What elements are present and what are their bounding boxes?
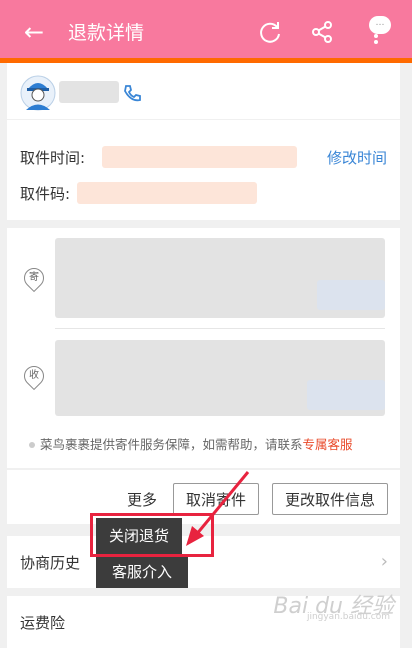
address-divider: [55, 328, 385, 329]
back-arrow-icon[interactable]: ←: [24, 17, 44, 47]
modify-time-link[interactable]: 修改时间: [327, 148, 387, 168]
chevron-right-icon: ›: [380, 551, 388, 572]
page-title: 退款详情: [68, 22, 145, 44]
notice-text: 菜鸟裹裹提供寄件服务保障，如需帮助，请联系: [40, 437, 303, 452]
highlight-box: [90, 513, 214, 557]
receiver-icon: 收: [19, 361, 49, 391]
watermark-url: jingyan.baidu.com: [306, 612, 390, 622]
change-pickup-info-button[interactable]: 更改取件信息: [272, 483, 388, 515]
sender-icon: 寄: [19, 263, 49, 293]
freight-insurance-label: 运费险: [20, 614, 66, 632]
status-bar: [0, 0, 412, 8]
top-bar: ← 退款详情 …: [0, 8, 412, 58]
service-notice: 菜鸟裹裹提供寄件服务保障，如需帮助，请联系专属客服: [40, 436, 353, 454]
courier-avatar: [20, 75, 56, 111]
pickup-time-label: 取件时间:: [20, 149, 86, 167]
message-bubble-icon[interactable]: …: [369, 16, 391, 34]
customer-service-menu-item[interactable]: 客服介入: [96, 556, 188, 588]
pickup-time-redacted: [102, 146, 297, 168]
more-button[interactable]: 更多: [127, 489, 157, 510]
courier-card: [7, 63, 400, 119]
courier-name-redacted: [59, 81, 119, 103]
refresh-icon[interactable]: [256, 18, 284, 46]
sender-address-redacted-b: [317, 280, 385, 310]
pickup-code-label: 取件码:: [20, 185, 71, 203]
receiver-address-redacted-b: [307, 380, 385, 410]
pickup-code-redacted: [77, 182, 257, 204]
address-card: 寄 收: [7, 228, 400, 468]
negotiation-history-label: 协商历史: [20, 554, 81, 572]
notice-dot: [29, 442, 35, 448]
exclusive-service-link[interactable]: 专属客服: [303, 437, 353, 452]
phone-icon[interactable]: [121, 83, 143, 105]
share-icon[interactable]: [308, 18, 336, 46]
cancel-pickup-button[interactable]: 取消寄件: [173, 483, 259, 515]
pickup-card: 取件时间: 修改时间 取件码:: [7, 120, 400, 220]
